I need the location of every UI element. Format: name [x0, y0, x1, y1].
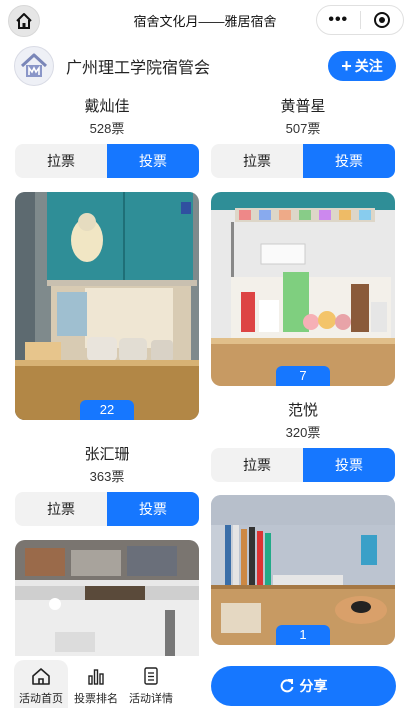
dorm-photo-image: [15, 540, 199, 656]
entry-votes: 320票: [285, 425, 321, 440]
org-header: 广州理工学院宿管会: [14, 46, 210, 86]
entry-votes: 363票: [89, 469, 125, 484]
share-icon: [280, 679, 294, 693]
tab-label: 活动首页: [19, 693, 63, 705]
entry-actions: 拉票 投票: [15, 144, 199, 178]
entry-votes: 507票: [285, 121, 321, 136]
pull-vote-button[interactable]: 拉票: [211, 144, 303, 178]
vote-button[interactable]: 投票: [107, 144, 199, 178]
share-button[interactable]: 分享: [211, 666, 396, 706]
pull-vote-button[interactable]: 拉票: [211, 448, 303, 482]
menu-capsule: •••: [316, 5, 404, 35]
entry-number-badge: 1: [276, 625, 330, 645]
entry-number-badge: 7: [276, 366, 330, 386]
document-icon: [144, 667, 158, 685]
share-label: 分享: [299, 678, 328, 694]
entry-name: 范悦: [287, 402, 318, 419]
entry-photo[interactable]: [15, 540, 199, 656]
entry-card: 黄普星 507票 拉票 投票: [211, 96, 395, 178]
vote-button[interactable]: 投票: [107, 492, 199, 526]
org-logo[interactable]: [14, 46, 54, 86]
dorm-photo-image: [211, 495, 395, 645]
org-logo-icon: [20, 53, 48, 77]
top-nav-bar: 宿舍文化月——雅居宿舍 •••: [0, 0, 410, 40]
pull-vote-button[interactable]: 拉票: [15, 492, 107, 526]
entry-number-badge: 22: [80, 400, 134, 420]
tab-activity-home[interactable]: 活动首页: [14, 660, 68, 708]
home-icon: [32, 668, 50, 685]
target-close-icon: [373, 12, 390, 28]
tab-label: 活动详情: [129, 693, 173, 705]
pull-vote-button[interactable]: 拉票: [15, 144, 107, 178]
tab-activity-detail[interactable]: 活动详情: [124, 660, 178, 708]
dorm-photo-image: [211, 192, 395, 386]
tab-vote-ranking[interactable]: 投票排名: [69, 660, 123, 708]
org-name[interactable]: 广州理工学院宿管会: [66, 54, 210, 78]
entry-name: 黄普星: [280, 98, 326, 115]
entry-actions: 拉票 投票: [15, 492, 199, 526]
entry-name: 张汇珊: [84, 446, 130, 463]
more-dots-icon[interactable]: •••: [317, 6, 360, 34]
tab-label: 投票排名: [74, 693, 118, 705]
bottom-bar: 活动首页 投票排名 活动详情 分享: [0, 656, 410, 710]
bar-chart-icon: [88, 669, 104, 685]
dorm-photo-image: [15, 192, 199, 420]
entry-actions: 拉票 投票: [211, 144, 395, 178]
vote-button[interactable]: 投票: [303, 144, 395, 178]
entry-actions: 拉票 投票: [211, 448, 395, 482]
entry-votes: 528票: [89, 121, 125, 136]
plus-icon: +: [341, 56, 352, 76]
follow-label: 关注: [354, 58, 383, 74]
entry-card: 戴灿佳 528票 拉票 投票: [15, 96, 199, 178]
entry-photo[interactable]: 7: [211, 192, 395, 386]
entry-card: 张汇珊 363票 拉票 投票: [15, 444, 199, 526]
vote-button[interactable]: 投票: [303, 448, 395, 482]
entry-card: 范悦 320票 拉票 投票: [211, 400, 395, 482]
entry-photo[interactable]: 1: [211, 495, 395, 645]
entry-name: 戴灿佳: [84, 98, 130, 115]
entry-photo[interactable]: 22: [15, 192, 199, 420]
follow-button[interactable]: + 关注: [328, 51, 396, 81]
close-miniprogram-button[interactable]: [360, 11, 403, 29]
